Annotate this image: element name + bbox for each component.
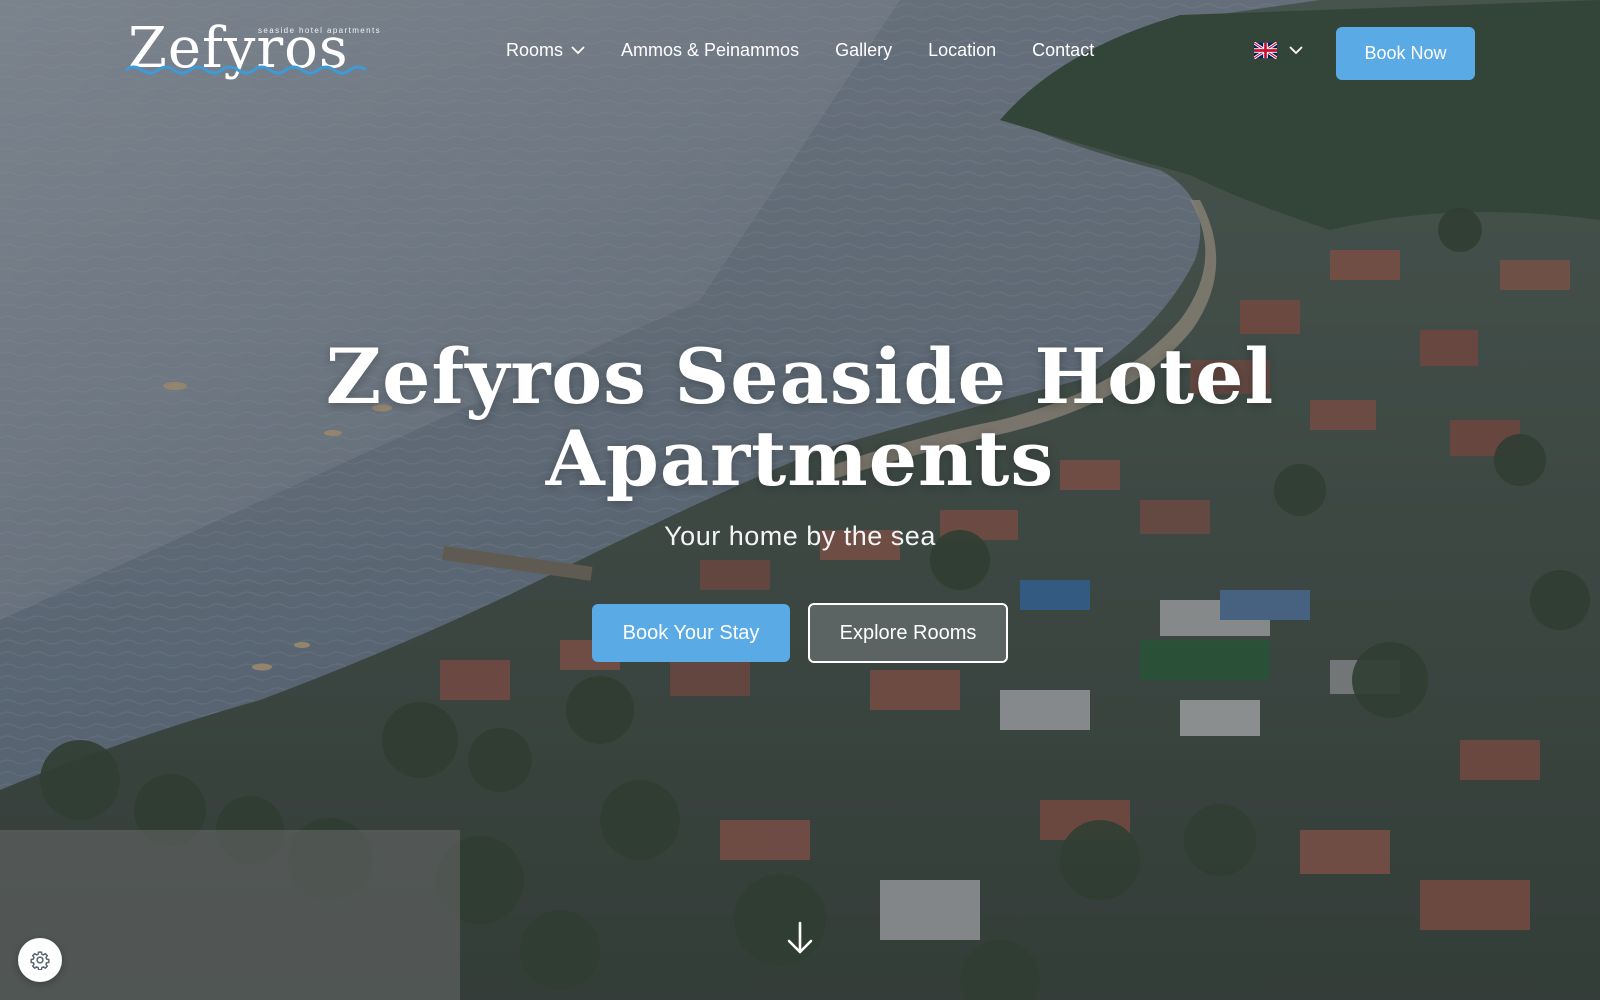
- nav-item-label: Gallery: [835, 40, 893, 60]
- hero-title-line-1: Zefyros Seaside Hotel: [325, 332, 1275, 421]
- hero-title: Zefyros Seaside Hotel Apartments: [300, 336, 1300, 500]
- nav-item-rooms[interactable]: Rooms: [506, 40, 585, 61]
- site-header: seaside hotel apartments Zefyros Rooms A…: [0, 0, 1600, 108]
- gear-icon: [30, 951, 50, 970]
- uk-flag-icon: [1254, 42, 1277, 59]
- hero-title-line-2: Apartments: [545, 414, 1055, 503]
- nav-item-label: Ammos & Peinammos: [621, 40, 800, 60]
- nav-item-label: Location: [928, 40, 997, 60]
- nav-item-label: Rooms: [506, 40, 564, 60]
- book-now-button[interactable]: Book Now: [1336, 27, 1475, 80]
- nav-item-gallery[interactable]: Gallery: [835, 40, 892, 61]
- language-selector[interactable]: [1254, 42, 1303, 59]
- cookie-settings-button[interactable]: [18, 938, 62, 982]
- site-logo[interactable]: seaside hotel apartments Zefyros: [124, 16, 382, 88]
- chevron-down-icon: [1289, 46, 1303, 55]
- logo-waves-icon: [125, 65, 367, 75]
- nav-item-location[interactable]: Location: [928, 40, 996, 61]
- scroll-down-button[interactable]: [785, 921, 815, 955]
- main-nav: Rooms Ammos & Peinammos Gallery Location…: [506, 40, 1130, 61]
- explore-rooms-button[interactable]: Explore Rooms: [808, 603, 1008, 663]
- nav-item-ammos-peinammos[interactable]: Ammos & Peinammos: [621, 40, 799, 61]
- book-your-stay-button[interactable]: Book Your Stay: [592, 604, 790, 662]
- hero-subtitle: Your home by the sea: [664, 521, 936, 551]
- nav-item-contact[interactable]: Contact: [1032, 40, 1094, 61]
- chevron-down-icon: [571, 46, 585, 55]
- nav-item-label: Contact: [1032, 40, 1095, 60]
- arrow-down-icon: [787, 921, 813, 954]
